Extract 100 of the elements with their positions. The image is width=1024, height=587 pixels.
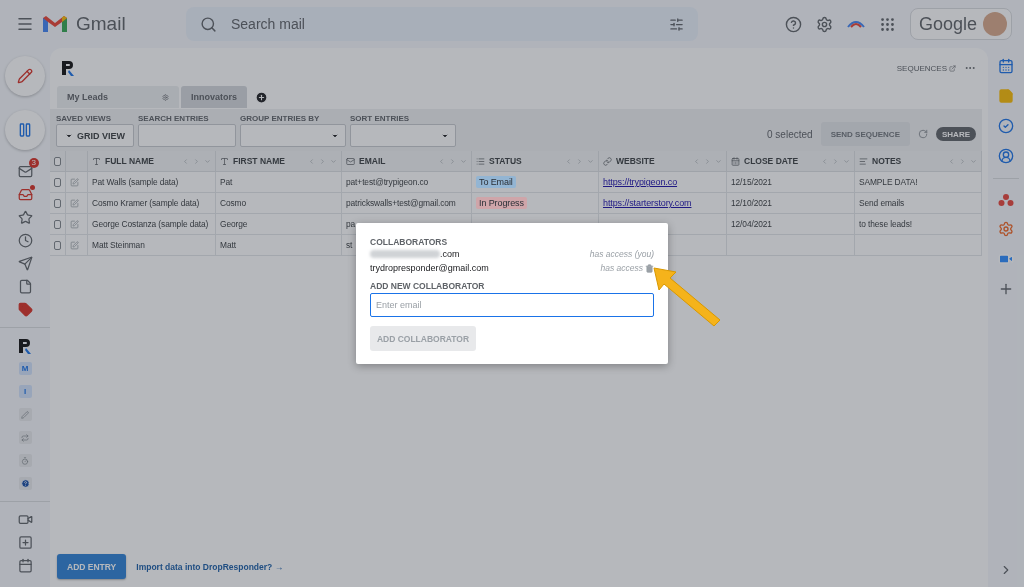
column-header[interactable]: FULL NAME	[88, 151, 216, 172]
dropdown-icon[interactable]	[970, 157, 977, 165]
column-header[interactable]: EMAIL	[342, 151, 472, 172]
move-right-icon[interactable]	[704, 157, 711, 165]
import-link[interactable]: Import data into DropResponder? →	[136, 561, 284, 572]
plus-icon[interactable]	[998, 281, 1014, 297]
filter-label: SAVED VIEWS	[56, 114, 112, 123]
group-by-dropdown[interactable]	[240, 124, 346, 147]
repeat-icon	[21, 433, 29, 442]
move-right-icon[interactable]	[576, 157, 583, 165]
row-checkbox[interactable]	[54, 240, 61, 250]
pause-button[interactable]	[5, 110, 45, 150]
view-tab[interactable]: Innovators	[181, 86, 247, 108]
help-icon[interactable]	[784, 15, 802, 33]
clock-icon[interactable]	[17, 233, 33, 248]
row-checkbox[interactable]	[54, 198, 61, 208]
apps-grid-icon[interactable]	[878, 15, 896, 33]
edit-icon[interactable]	[70, 198, 79, 208]
move-left-icon[interactable]	[182, 157, 189, 165]
table-cell: pat+test@trypigeon.co	[342, 172, 472, 193]
move-right-icon[interactable]	[449, 157, 456, 165]
r-logo-icon	[60, 59, 76, 77]
settings-icon[interactable]	[815, 15, 833, 33]
arc-logo-icon[interactable]	[846, 19, 865, 29]
shortcut-tile[interactable]	[18, 477, 32, 490]
dropdown-icon[interactable]	[587, 157, 594, 165]
row-checkbox[interactable]	[54, 177, 61, 187]
filter-label: SORT ENTRIES	[350, 114, 411, 123]
plus-square-icon[interactable]	[17, 535, 33, 550]
refresh-icon[interactable]	[918, 129, 928, 139]
filter-label: SEARCH ENTRIES	[138, 114, 210, 123]
note-icon[interactable]	[998, 88, 1014, 104]
column-header[interactable]: FIRST NAME	[216, 151, 342, 172]
share-button[interactable]: SHARE	[936, 127, 976, 141]
website-link[interactable]: https://starterstory.com	[603, 198, 692, 208]
dropdown-icon[interactable]	[715, 157, 722, 165]
calendar-icon[interactable]	[17, 558, 33, 573]
app-shortcut[interactable]: M	[18, 362, 32, 375]
move-left-icon[interactable]	[438, 157, 445, 165]
select-all-checkbox[interactable]	[54, 156, 61, 166]
edit-icon[interactable]	[70, 240, 79, 250]
edit-icon[interactable]	[70, 219, 79, 229]
move-left-icon[interactable]	[308, 157, 315, 165]
edit-icon[interactable]	[70, 177, 79, 187]
account-button[interactable]: Google	[909, 8, 1012, 40]
email-input-field[interactable]: Enter email	[370, 293, 654, 317]
add-tab-icon[interactable]	[255, 90, 268, 104]
shortcut-tile[interactable]	[18, 454, 32, 467]
move-right-icon[interactable]	[959, 157, 966, 165]
gear-icon[interactable]	[998, 221, 1014, 237]
calendar-icon[interactable]	[998, 58, 1014, 74]
star-icon[interactable]	[17, 210, 33, 225]
shortcut-tile[interactable]	[18, 408, 32, 421]
move-right-icon[interactable]	[319, 157, 326, 165]
inbox-icon[interactable]	[17, 187, 33, 202]
move-right-icon[interactable]	[832, 157, 839, 165]
access-status: has access (you)	[589, 249, 654, 259]
menu-icon[interactable]	[16, 15, 34, 33]
dropdown-icon[interactable]	[330, 157, 337, 165]
dropdown-icon[interactable]	[843, 157, 850, 165]
compose-button[interactable]	[5, 56, 45, 96]
move-left-icon[interactable]	[693, 157, 700, 165]
calendar-icon	[731, 156, 740, 166]
move-left-icon[interactable]	[565, 157, 572, 165]
website-link[interactable]: https://trypigeon.co	[603, 177, 678, 187]
send-icon[interactable]	[17, 256, 33, 271]
move-right-icon[interactable]	[193, 157, 200, 165]
shortcut-tile[interactable]	[18, 431, 32, 444]
trash-icon[interactable]	[645, 263, 654, 273]
mail-icon[interactable]	[17, 164, 33, 179]
dropdown-icon[interactable]	[460, 157, 467, 165]
pen-icon	[21, 410, 29, 419]
column-header[interactable]: WEBSITE	[599, 151, 727, 172]
app-shortcut[interactable]: I	[18, 385, 32, 398]
column-header[interactable]: CLOSE DATE	[727, 151, 855, 172]
search-field[interactable]: Search mail	[229, 15, 657, 33]
three-dots-icon[interactable]	[998, 193, 1014, 207]
search-entries-field[interactable]	[138, 124, 236, 147]
row-checkbox[interactable]	[54, 219, 61, 229]
move-left-icon[interactable]	[821, 157, 828, 165]
view-tab[interactable]: My Leads	[57, 86, 179, 108]
sequences-link[interactable]: SEQUENCES	[896, 63, 956, 73]
link-icon	[603, 156, 612, 166]
user-icon[interactable]	[998, 148, 1014, 164]
add-entry-button[interactable]: ADD ENTRY	[57, 554, 127, 579]
column-header[interactable]: NOTES	[855, 151, 982, 172]
table-cell: Pat Walls (sample data)	[88, 172, 216, 193]
sliders-icon[interactable]	[669, 16, 684, 32]
move-left-icon[interactable]	[948, 157, 955, 165]
check-circle-icon[interactable]	[998, 118, 1014, 134]
saved-view-button[interactable]: GRID VIEW	[56, 124, 134, 147]
file-icon[interactable]	[17, 279, 33, 294]
column-header[interactable]: STATUS	[472, 151, 599, 172]
sort-dropdown[interactable]	[350, 124, 456, 147]
search-bar[interactable]: Search mail	[186, 7, 698, 41]
r-logo-icon[interactable]	[17, 336, 33, 355]
send-sequence-button[interactable]: SEND SEQUENCE	[820, 122, 910, 146]
dropdown-icon[interactable]	[204, 157, 211, 165]
video-icon[interactable]	[17, 512, 33, 527]
label-icon[interactable]	[17, 302, 33, 317]
